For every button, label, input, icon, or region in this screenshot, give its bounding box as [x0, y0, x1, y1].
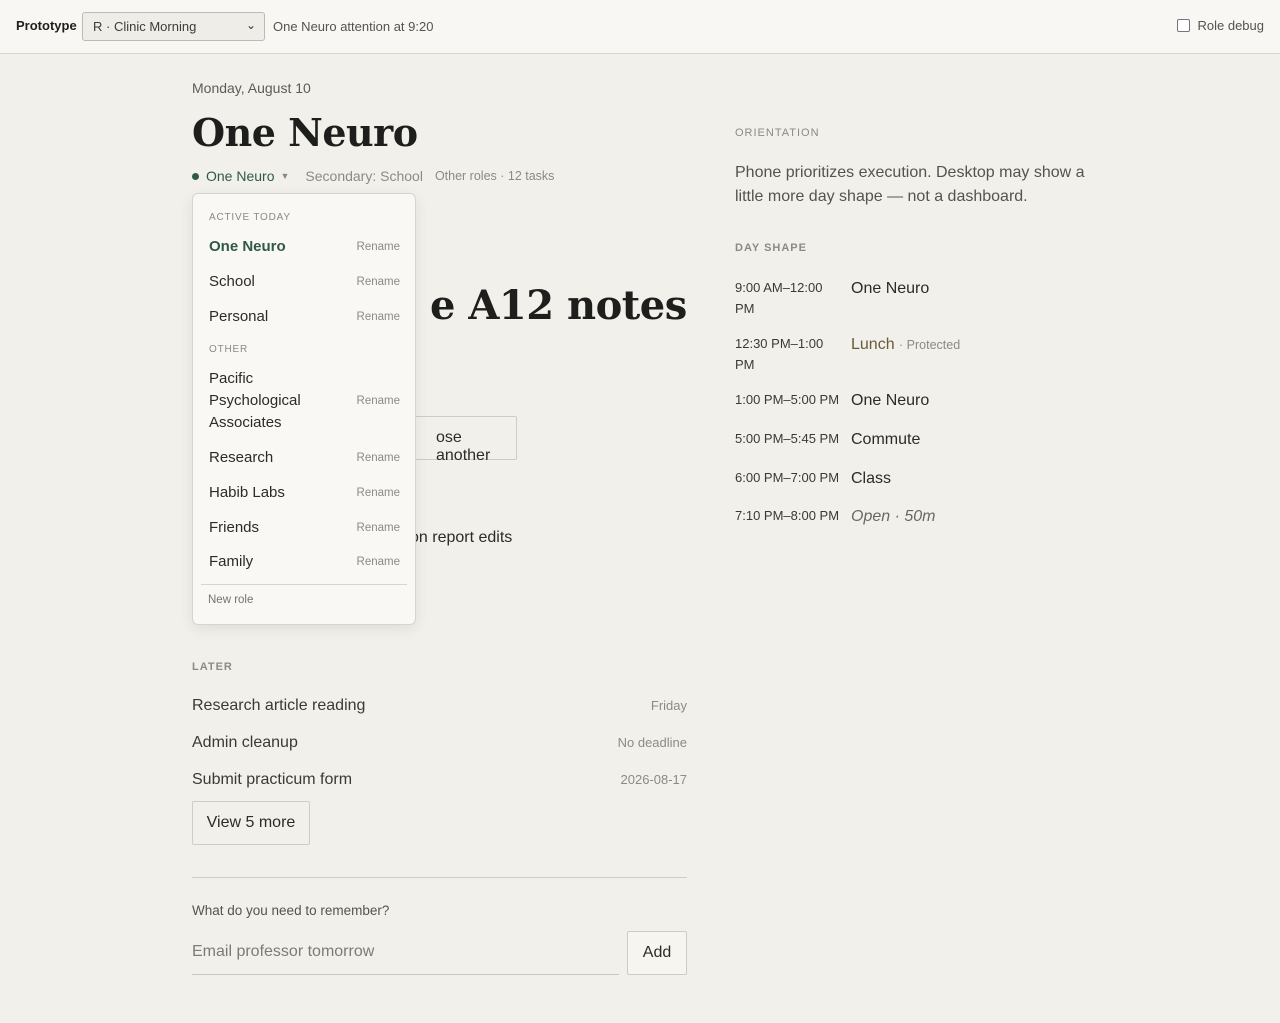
later-item[interactable]: Admin cleanup No deadline — [192, 734, 687, 752]
later-item[interactable]: Research article reading Friday — [192, 697, 687, 715]
view-more-button[interactable]: View 5 more — [192, 801, 310, 845]
role-debug-checkbox[interactable] — [1176, 19, 1190, 32]
add-button[interactable]: Add — [627, 931, 687, 975]
rename-button[interactable]: Rename — [357, 276, 400, 288]
later-item-title: Research article reading — [192, 697, 366, 714]
role-menu-item-label: Research — [209, 449, 274, 466]
later-item-due: 2026-08-17 — [620, 772, 688, 787]
day-shape-time: 5:00 PM–5:45 PM — [735, 431, 840, 446]
scenario-select-value: R · Clinic Morning — [93, 19, 197, 34]
next-task-text: on report edits — [410, 529, 513, 546]
role-menu-item-label: One Neuro — [209, 238, 286, 255]
day-shape-time: 12:30 PM–1:00 PM — [735, 336, 824, 372]
rename-button[interactable]: Rename — [357, 522, 400, 534]
rename-button[interactable]: Rename — [357, 556, 400, 568]
top-bar: Prototype R · Clinic Morning ⌄ One Neuro… — [0, 0, 1280, 54]
role-menu-item-family[interactable]: Family Rename — [209, 551, 400, 573]
later-item[interactable]: Submit practicum form 2026-08-17 — [192, 771, 687, 789]
day-shape-label: One Neuro — [851, 392, 930, 409]
scenario-status: One Neuro attention at 9:20 — [273, 19, 434, 34]
prototype-label: Prototype — [16, 18, 77, 33]
active-role-dot-icon — [192, 172, 199, 180]
day-shape-block: 9:00 AM–12:00 PM One Neuro — [735, 277, 929, 319]
capture-label: What do you need to remember? — [192, 903, 390, 918]
day-shape-block: 12:30 PM–1:00 PM Lunch · Protected — [735, 333, 960, 375]
role-menu-item-label: Family — [209, 553, 254, 570]
role-menu-item-label: Habib Labs — [209, 484, 285, 501]
other-roles-heading: OTHER — [209, 344, 248, 355]
role-menu-item-personal[interactable]: Personal Rename — [209, 306, 400, 328]
day-shape-label-text: Lunch — [851, 336, 895, 353]
orientation-text: Phone prioritizes execution. Desktop may… — [735, 164, 1085, 205]
later-item-due: No deadline — [617, 735, 687, 750]
chevron-down-icon: ⌄ — [245, 18, 256, 32]
day-shape-label: Lunch · Protected — [851, 334, 960, 375]
orientation-heading: ORIENTATION — [735, 127, 820, 139]
primary-role-button[interactable]: One Neuro — [206, 168, 274, 184]
later-heading: LATER — [192, 661, 233, 673]
role-menu-item-pacific-psychological-associates[interactable]: Pacific Psychological Associates Rename — [209, 368, 400, 434]
new-role-button[interactable]: New role — [208, 594, 253, 606]
role-debug-label: Role debug — [1197, 18, 1265, 33]
rename-button[interactable]: Rename — [357, 311, 400, 323]
rename-button[interactable]: Rename — [357, 452, 400, 464]
role-menu-item-research[interactable]: Research Rename — [209, 447, 400, 469]
scenario-select[interactable]: R · Clinic Morning ⌄ — [82, 12, 265, 41]
role-menu-item-label: Pacific Psychological Associates — [209, 370, 301, 431]
day-shape-time: 7:10 PM–8:00 PM — [735, 508, 840, 523]
later-item-title: Admin cleanup — [192, 734, 298, 751]
role-debug-toggle[interactable]: Role debug — [1176, 18, 1265, 33]
rename-button[interactable]: Rename — [357, 487, 400, 499]
rename-button[interactable]: Rename — [357, 395, 400, 407]
divider — [192, 877, 687, 878]
role-menu-item-habib-labs[interactable]: Habib Labs Rename — [209, 482, 400, 504]
day-shape-label: Commute — [851, 431, 921, 448]
later-item-due: Friday — [650, 698, 687, 713]
page-title: One Neuro — [192, 110, 418, 155]
capture-input[interactable] — [192, 930, 619, 975]
day-shape-block: 6:00 PM–7:00 PM Class — [735, 467, 891, 490]
day-shape-heading: DAY SHAPE — [735, 242, 807, 254]
role-menu-item-label: Personal — [209, 308, 269, 325]
day-shape-time: 9:00 AM–12:00 PM — [735, 280, 823, 316]
secondary-role-button[interactable]: Secondary: School — [305, 168, 423, 184]
day-shape-label: Open · 50m — [851, 508, 936, 525]
day-shape-time: 1:00 PM–5:00 PM — [735, 392, 840, 407]
active-today-heading: ACTIVE TODAY — [209, 212, 291, 223]
day-shape-block: 1:00 PM–5:00 PM One Neuro — [735, 389, 929, 412]
role-switcher: One Neuro ▼ Secondary: School Other role… — [192, 166, 554, 186]
protected-note: · Protected — [899, 338, 961, 352]
divider — [201, 584, 407, 585]
role-menu: ACTIVE TODAY One Neuro Rename School Ren… — [192, 193, 416, 625]
role-menu-item-one-neuro[interactable]: One Neuro Rename — [209, 236, 400, 258]
day-shape-block: 7:10 PM–8:00 PM Open · 50m — [735, 505, 935, 528]
role-menu-item-school[interactable]: School Rename — [209, 271, 400, 293]
caret-down-icon[interactable]: ▼ — [280, 171, 289, 181]
day-shape-label: One Neuro — [851, 280, 930, 297]
role-menu-item-label: Friends — [209, 519, 260, 536]
later-item-title: Submit practicum form — [192, 771, 353, 788]
day-shape-label: Class — [851, 470, 892, 487]
day-shape-block: 5:00 PM–5:45 PM Commute — [735, 428, 920, 451]
role-menu-item-label: School — [209, 273, 255, 290]
role-menu-item-friends[interactable]: Friends Rename — [209, 517, 400, 539]
choose-another-label: ose another — [436, 429, 491, 464]
rename-button[interactable]: Rename — [357, 241, 400, 253]
other-roles-link[interactable]: Other roles · 12 tasks — [435, 169, 555, 183]
task-heading: e A12 notes — [430, 282, 687, 329]
page-date: Monday, August 10 — [192, 80, 311, 96]
day-shape-time: 6:00 PM–7:00 PM — [735, 470, 840, 485]
